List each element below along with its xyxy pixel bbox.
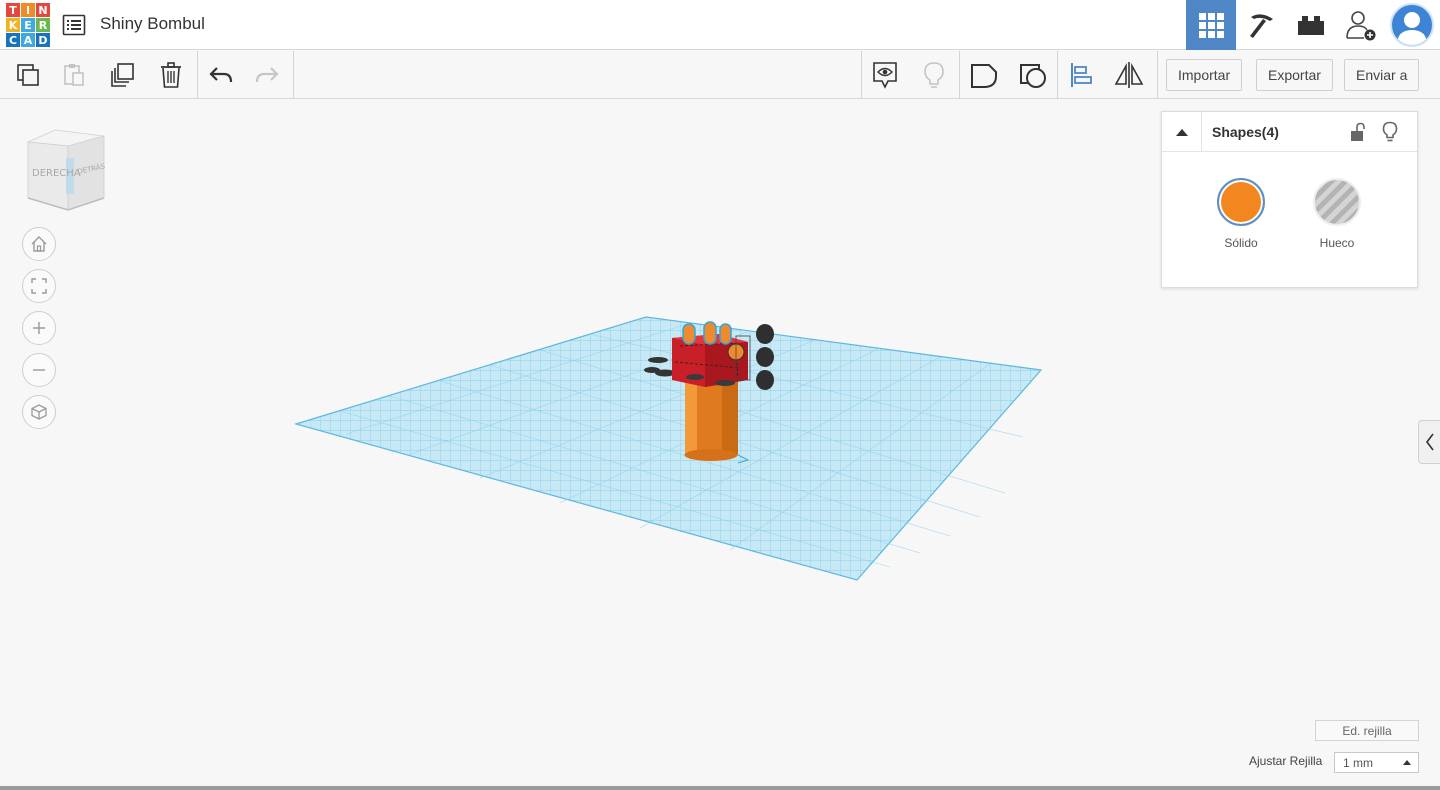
notes-eye-icon	[873, 62, 897, 89]
avatar-icon	[1397, 12, 1427, 45]
collapse-inspector-button[interactable]	[1162, 112, 1202, 152]
trash-icon	[161, 62, 181, 88]
invite-user-button[interactable]	[1336, 0, 1386, 50]
logo-letter: A	[21, 33, 35, 47]
group-button[interactable]	[968, 59, 1000, 91]
logo-letter: K	[6, 18, 20, 32]
snap-grid-select[interactable]: 1 mm	[1334, 752, 1419, 773]
paste-button[interactable]	[58, 59, 90, 91]
caret-up-icon	[1403, 760, 1411, 765]
minus-icon	[33, 369, 45, 371]
inspector-title: Shapes(4)	[1212, 124, 1279, 140]
export-button[interactable]: Exportar	[1256, 59, 1333, 91]
hole-label: Hueco	[1319, 236, 1355, 250]
edit-toolbar: Importar Exportar Enviar a	[0, 51, 1440, 99]
solid-option[interactable]: Sólido	[1206, 178, 1276, 250]
notes-button[interactable]	[869, 59, 901, 91]
logo-letter: R	[36, 18, 50, 32]
add-user-icon	[1346, 11, 1376, 41]
lightbulb-icon	[1382, 121, 1398, 142]
chevron-left-icon	[1425, 433, 1434, 451]
brick-icon	[1298, 16, 1324, 35]
import-button[interactable]: Importar	[1166, 59, 1243, 91]
selection-handles[interactable]	[756, 324, 774, 390]
fit-icon	[31, 278, 47, 294]
logo-letter: I	[21, 3, 35, 17]
cube-icon	[31, 404, 47, 420]
unlock-icon	[1351, 122, 1365, 141]
ungroup-button[interactable]	[1017, 59, 1049, 91]
group-icon	[971, 64, 997, 88]
design-list-icon[interactable]	[62, 13, 86, 37]
toolbar-divider	[293, 51, 294, 99]
lightbulb-icon	[924, 62, 944, 88]
pickaxe-icon	[1250, 14, 1273, 38]
toolbar-divider	[1157, 51, 1158, 99]
logo-letter: T	[6, 3, 20, 17]
toolbar-divider	[197, 51, 198, 99]
tinkercad-logo[interactable]: T I N K E R C A D	[6, 3, 50, 47]
shapes-panel-toggle[interactable]	[1418, 420, 1440, 464]
zoom-in-button[interactable]	[22, 311, 56, 345]
design-title[interactable]: Shiny Bombul	[100, 14, 205, 34]
snap-grid-value: 1 mm	[1343, 755, 1373, 770]
solid-color-swatch[interactable]	[1217, 178, 1265, 226]
solid-label: Sólido	[1224, 236, 1258, 250]
home-view-button[interactable]	[22, 227, 56, 261]
hole-swatch[interactable]	[1313, 178, 1361, 226]
toolbar-divider	[959, 51, 960, 99]
view-cube[interactable]: DERECHA DETRÁS	[22, 124, 112, 214]
fit-view-button[interactable]	[22, 269, 56, 303]
chevron-up-icon	[1175, 129, 1188, 136]
logo-letter: C	[6, 33, 20, 47]
hole-option[interactable]: Hueco	[1302, 178, 1372, 250]
duplicate-icon	[111, 63, 134, 87]
align-icon	[1071, 63, 1092, 87]
plus-icon	[33, 322, 45, 334]
home-icon	[31, 236, 47, 252]
mirror-icon	[1114, 62, 1144, 88]
align-button[interactable]	[1065, 59, 1097, 91]
duplicate-button[interactable]	[107, 59, 139, 91]
mirror-button[interactable]	[1113, 59, 1145, 91]
workplane-grid	[293, 316, 1043, 581]
redo-icon	[255, 67, 279, 83]
minecraft-view-button[interactable]	[1236, 0, 1286, 50]
delete-button[interactable]	[155, 59, 187, 91]
logo-letter: E	[21, 18, 35, 32]
perspective-toggle-button[interactable]	[22, 395, 56, 429]
zoom-out-button[interactable]	[22, 353, 56, 387]
3d-design-view-button[interactable]	[1186, 0, 1236, 50]
workplane[interactable]	[290, 310, 1050, 590]
toolbar-divider	[861, 51, 862, 99]
logo-letter: D	[36, 33, 50, 47]
user-avatar[interactable]	[1390, 3, 1434, 47]
viewcube-face-right: DERECHA	[32, 168, 81, 179]
copy-button[interactable]	[12, 59, 44, 91]
edit-grid-button[interactable]: Ed. rejilla	[1315, 720, 1419, 741]
show-all-button[interactable]	[918, 59, 950, 91]
shape-inspector-panel: Shapes(4) Sólido Hueco	[1161, 111, 1418, 288]
lock-button[interactable]	[1345, 120, 1369, 144]
snap-grid-label: Ajustar Rejilla	[1249, 754, 1323, 768]
logo-letter: N	[36, 3, 50, 17]
redo-button[interactable]	[251, 59, 283, 91]
undo-button[interactable]	[205, 59, 237, 91]
send-to-button[interactable]: Enviar a	[1344, 59, 1420, 91]
ungroup-icon	[1020, 64, 1046, 88]
grid-icon	[1199, 13, 1224, 38]
copy-icon	[17, 64, 39, 86]
undo-icon	[209, 67, 233, 83]
top-header: T I N K E R C A D Shiny Bombul	[0, 0, 1440, 50]
inspector-header: Shapes(4)	[1162, 112, 1417, 152]
toolbar-divider	[1057, 51, 1058, 99]
paste-icon	[64, 64, 84, 86]
window-bottom-border	[0, 786, 1440, 790]
hide-button[interactable]	[1378, 120, 1402, 144]
bricks-view-button[interactable]	[1286, 0, 1336, 50]
